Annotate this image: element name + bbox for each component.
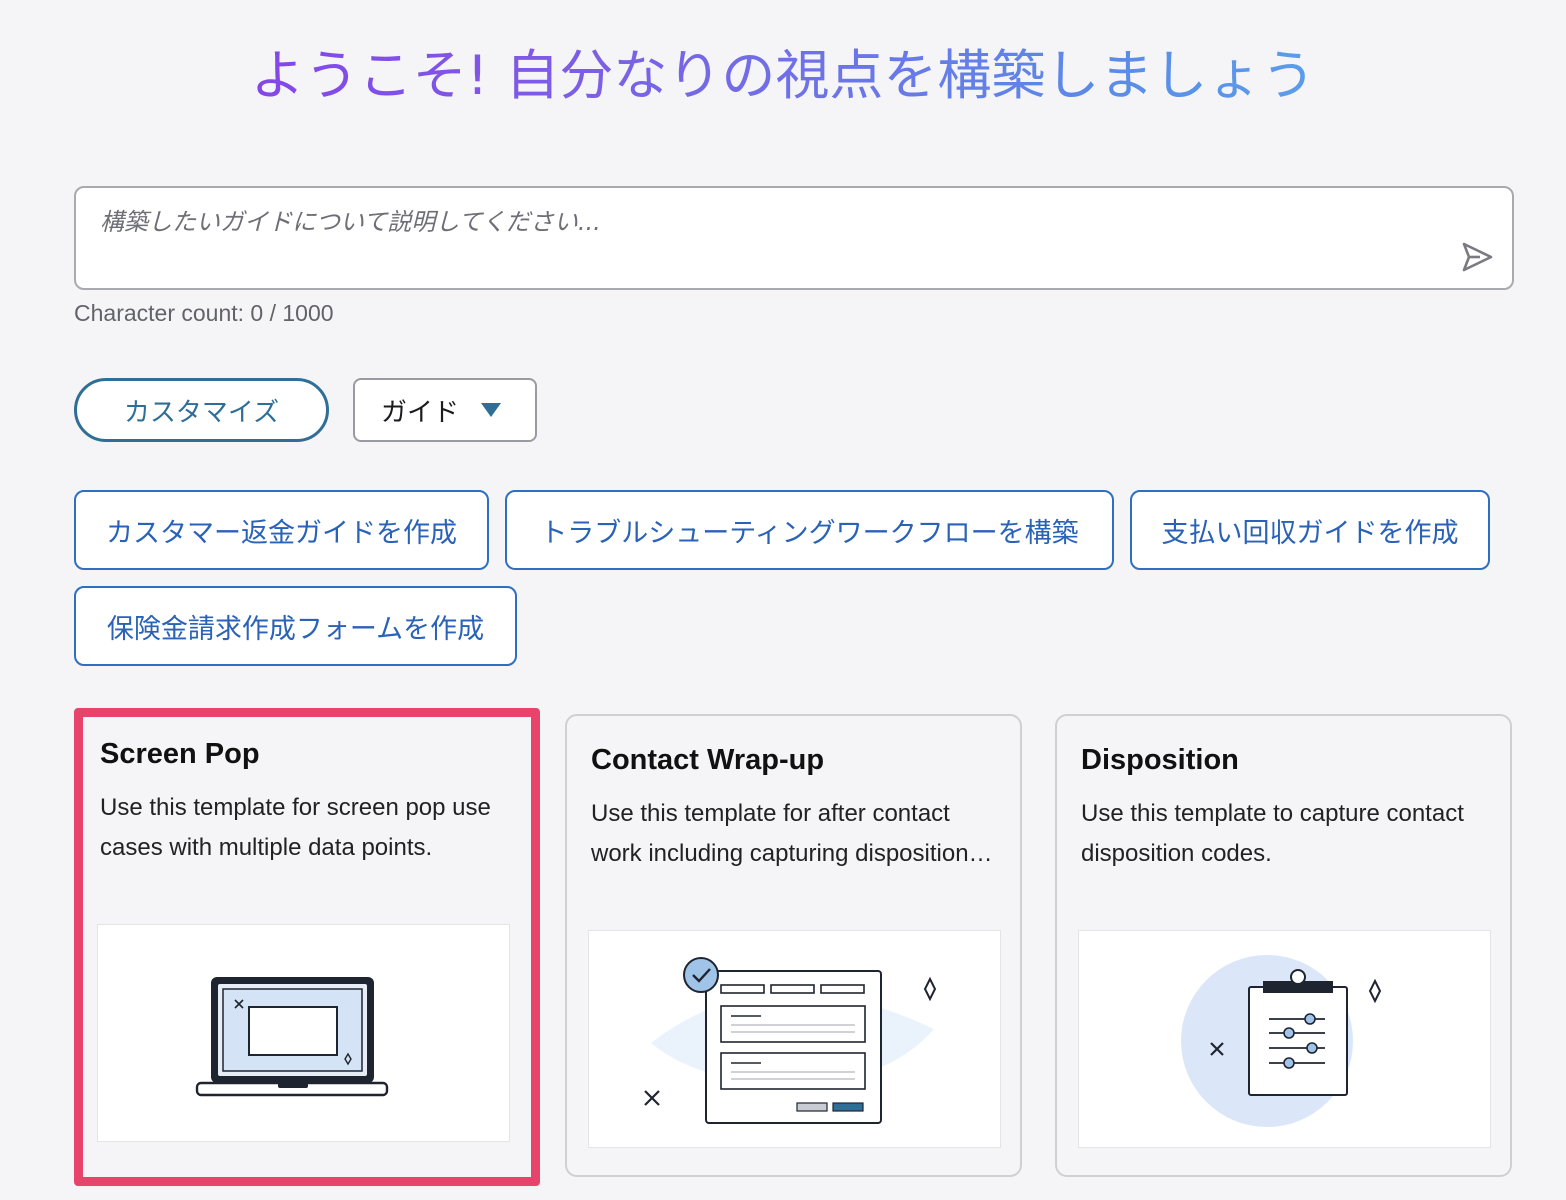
prompt-box <box>74 186 1514 290</box>
suggestion-customer-refund[interactable]: カスタマー返金ガイドを作成 <box>74 490 489 570</box>
guide-type-select[interactable]: ガイド <box>353 378 537 442</box>
card-illustration <box>1078 930 1491 1148</box>
card-illustration <box>97 924 510 1142</box>
template-card-contact-wrap-up[interactable]: Contact Wrap-up Use this template for af… <box>565 714 1022 1177</box>
laptop-icon <box>195 977 389 1097</box>
suggestion-insurance-claim-form[interactable]: 保険金請求作成フォームを作成 <box>74 586 517 666</box>
guide-builder-page: ようこそ! 自分なりの視点を構築しましょう Character count: 0… <box>0 0 1566 1200</box>
card-description: Use this template for screen pop use cas… <box>100 794 491 861</box>
card-description: Use this template for after contact work… <box>591 800 969 867</box>
card-illustration <box>588 930 1001 1148</box>
template-card-disposition[interactable]: Disposition Use this template to capture… <box>1055 714 1512 1177</box>
card-title: Disposition <box>1081 744 1239 776</box>
send-button[interactable] <box>1456 236 1498 278</box>
send-icon <box>1462 242 1493 272</box>
character-count: Character count: 0 / 1000 <box>74 300 334 326</box>
guide-select-value: ガイド <box>381 397 460 428</box>
suggestion-payment-collection[interactable]: 支払い回収ガイドを作成 <box>1130 490 1490 570</box>
chevron-down-icon <box>481 403 502 417</box>
suggestion-troubleshooting-workflow[interactable]: トラブルシューティングワークフローを構築 <box>505 490 1114 570</box>
card-title: Contact Wrap-up <box>591 744 825 776</box>
card-title: Screen Pop <box>100 738 260 770</box>
customize-button[interactable]: カスタマイズ <box>74 378 329 442</box>
page-title: ようこそ! 自分なりの視点を構築しましょう <box>0 38 1566 114</box>
form-check-icon <box>644 957 937 1124</box>
prompt-input[interactable] <box>100 202 1440 242</box>
clipboard-icon <box>1181 955 1382 1127</box>
card-description: Use this template to capture contact dis… <box>1081 800 1464 867</box>
template-card-screen-pop[interactable]: Screen Pop Use this template for screen … <box>74 708 540 1186</box>
